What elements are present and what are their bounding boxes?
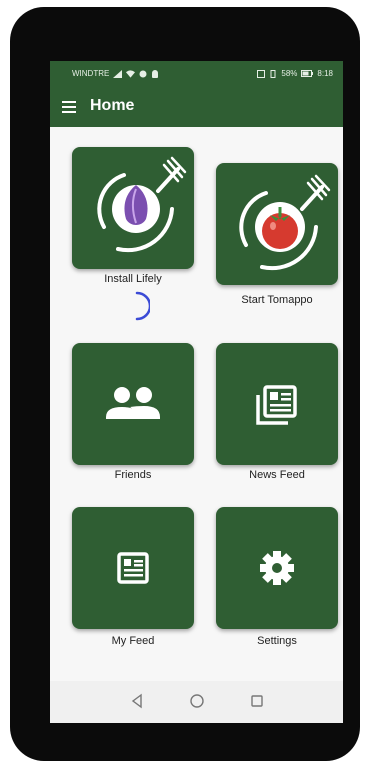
app-bar: Home — [50, 87, 343, 127]
status-left: WINDTRE — [72, 69, 159, 78]
vibrate-icon — [270, 69, 276, 78]
recents-icon[interactable] — [247, 691, 267, 711]
notification-icon — [139, 70, 147, 77]
news-feed-tile[interactable] — [216, 343, 338, 465]
news-feed-label: News Feed — [249, 469, 305, 481]
android-icon — [152, 69, 159, 78]
settings-label: Settings — [257, 635, 297, 647]
start-tomappo-label: Start Tomappo — [241, 294, 313, 306]
navigation-bar — [50, 681, 343, 723]
people-icon — [106, 387, 160, 419]
start-tomappo-tile[interactable] — [216, 163, 338, 285]
lifely-plate-fork-icon — [97, 156, 187, 253]
screen: WINDTRE 58% 8:18 Home Install Lifely Sta… — [50, 61, 343, 723]
wifi-icon — [126, 69, 136, 78]
signal-icon — [113, 69, 123, 78]
install-lifely-label: Install Lifely — [104, 273, 162, 285]
page-title: Home — [90, 97, 135, 114]
battery-icon — [301, 70, 314, 77]
friends-label: Friends — [114, 469, 152, 481]
phone-frame: WINDTRE 58% 8:18 Home Install Lifely Sta… — [10, 7, 360, 761]
tomato-plate-fork-icon — [239, 174, 331, 271]
battery-percent: 58% — [281, 69, 298, 78]
news-feed-icon — [256, 385, 297, 425]
friends-tile[interactable] — [72, 343, 194, 465]
back-icon[interactable] — [127, 691, 147, 711]
my-feed-label: My Feed — [111, 635, 155, 647]
status-bar: WINDTRE 58% 8:18 — [50, 61, 343, 87]
carrier-label: WINDTRE — [72, 69, 110, 78]
menu-icon[interactable] — [62, 101, 76, 113]
install-lifely-tile[interactable] — [72, 147, 194, 269]
clock: 8:18 — [317, 69, 333, 78]
settings-tile[interactable] — [216, 507, 338, 629]
loading-spinner — [135, 291, 150, 321]
status-right: 58% 8:18 — [257, 69, 333, 78]
my-feed-tile[interactable] — [72, 507, 194, 629]
nfc-icon — [257, 69, 266, 78]
home-icon[interactable] — [187, 691, 207, 711]
article-icon — [117, 552, 149, 584]
gear-icon — [260, 551, 294, 585]
